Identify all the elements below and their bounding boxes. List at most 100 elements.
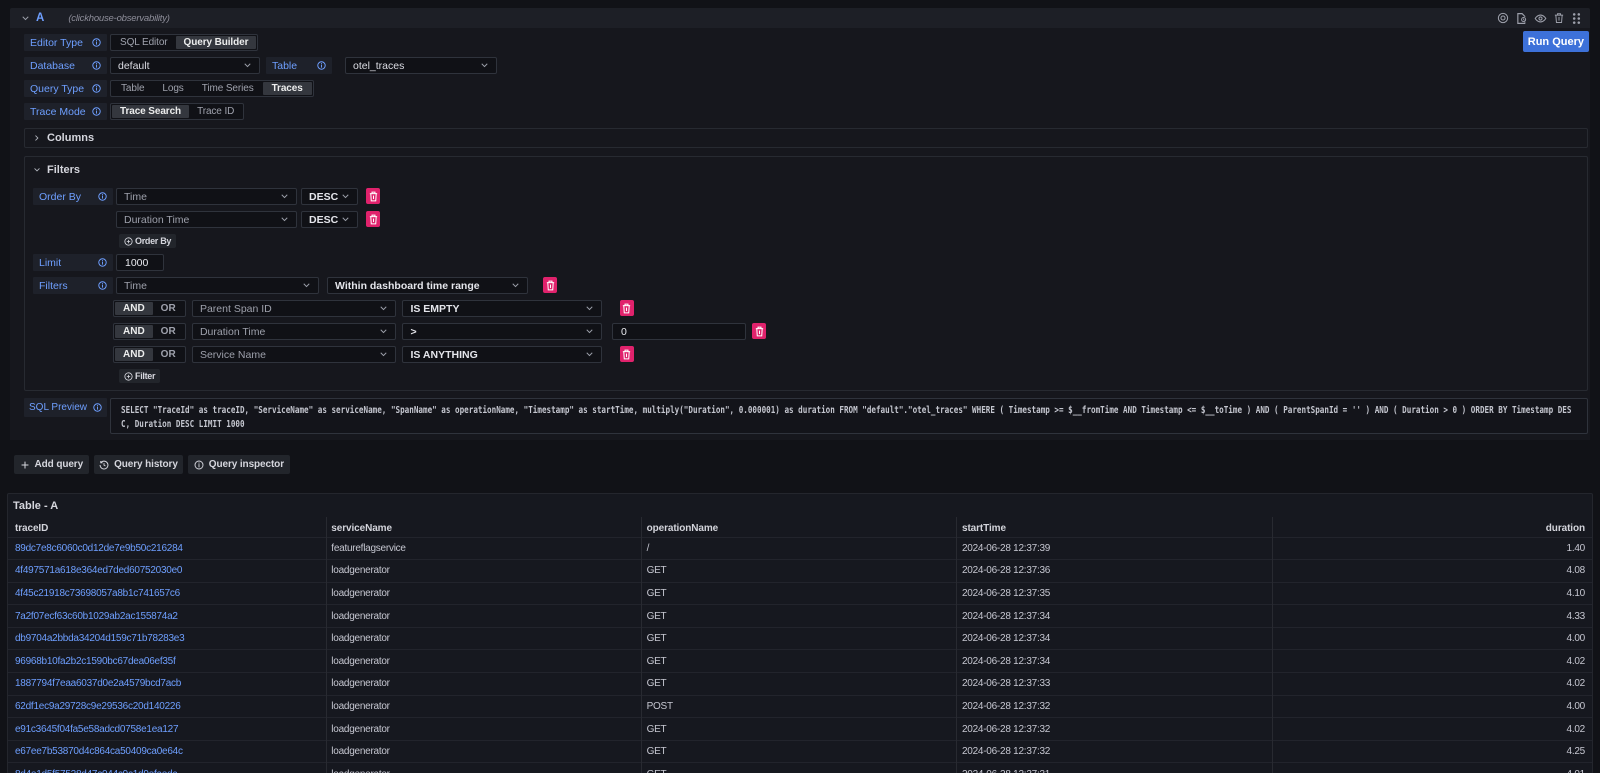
trace-mode-trace-search[interactable]: Trace Search (112, 105, 189, 118)
chevron-down-icon (379, 304, 388, 313)
filter-operator-select[interactable]: IS EMPTY (402, 300, 602, 317)
collapse-chevron-icon[interactable] (18, 14, 32, 23)
order-by-row-2: Duration Time DESC (33, 211, 1579, 228)
info-icon[interactable] (98, 258, 107, 267)
filter-operator-select[interactable]: Within dashboard time range (327, 277, 528, 294)
column-header-servicename[interactable]: serviceName (326, 517, 641, 537)
conjunction-or[interactable]: OR (153, 302, 184, 315)
trace-mode-trace-id[interactable]: Trace ID (189, 105, 242, 118)
trace-link[interactable]: e91c3645f04fa5e58adcd0758e1ea127 (8, 718, 326, 741)
column-header-traceid[interactable]: traceID (8, 517, 326, 537)
query-type-group: Table Logs Time Series Traces (110, 80, 314, 97)
editor-type-sql-editor[interactable]: SQL Editor (112, 36, 176, 49)
remove-order-by-button[interactable] (366, 211, 380, 227)
column-header-duration[interactable]: duration (1272, 517, 1592, 537)
conjunction-or[interactable]: OR (153, 348, 184, 361)
query-type-label: Query Type (24, 80, 107, 97)
filter-operator-select[interactable]: IS ANYTHING (402, 346, 602, 363)
trash-icon[interactable] (1553, 12, 1565, 24)
query-type-logs[interactable]: Logs (153, 82, 192, 95)
cell-operationname: / (642, 537, 957, 560)
info-icon[interactable] (93, 403, 102, 412)
info-icon[interactable] (98, 192, 107, 201)
trace-link[interactable]: 96968b10fa2b2c1590bc67dea06ef35f (8, 650, 326, 673)
info-icon[interactable] (98, 281, 107, 290)
filter-value-input[interactable]: 0 (612, 323, 747, 340)
query-history-button[interactable]: Query history (94, 455, 184, 474)
filters-section-header[interactable]: Filters (33, 161, 1579, 179)
order-by-dir-select[interactable]: DESC (301, 211, 358, 228)
record-icon[interactable] (1497, 12, 1509, 24)
query-type-traces[interactable]: Traces (263, 82, 312, 95)
select-value: Time (124, 280, 299, 292)
sql-preview-row: SQL Preview SELECT "TraceId" as traceID,… (24, 398, 1588, 434)
conjunction-or[interactable]: OR (153, 325, 184, 338)
query-type-table[interactable]: Table (112, 82, 153, 95)
eye-icon[interactable] (1534, 12, 1547, 25)
query-type-time-series[interactable]: Time Series (193, 82, 263, 95)
remove-filter-button[interactable] (620, 346, 634, 362)
limit-input[interactable]: 1000 (116, 254, 164, 271)
conjunction-and[interactable]: AND (115, 325, 153, 338)
trace-link[interactable]: db9704a2bbda34204d159c71b78283e3 (8, 627, 326, 650)
trace-link[interactable]: 7a2f07ecf63c60b1029ab2ac155874a2 (8, 605, 326, 628)
cell-operationname: POST (642, 695, 957, 718)
chevron-down-icon (585, 327, 594, 336)
table-select[interactable]: otel_traces (345, 57, 497, 74)
trace-link[interactable]: 62df1ec9a29728c9e29536c20d140226 (8, 695, 326, 718)
drag-handle-icon[interactable] (1571, 12, 1582, 25)
column-header-starttime[interactable]: startTime (957, 517, 1272, 537)
trace-link[interactable]: 1887794f7eaa6037d0e2a4579bcd7acb (8, 673, 326, 696)
trace-link[interactable]: 8d4e1d5f57528d47c044c9c1d9efaedc (8, 763, 326, 773)
table-row: 4f497571a618e364ed7ded60752030e0loadgene… (8, 560, 1592, 583)
info-icon[interactable] (92, 107, 101, 116)
table-panel: Table - A traceID serviceName operationN… (7, 493, 1593, 773)
file-history-icon[interactable] (1515, 12, 1528, 25)
info-icon[interactable] (92, 84, 101, 93)
order-by-field-select[interactable]: Time (116, 188, 297, 205)
trace-link[interactable]: e67ee7b53870d4c864ca50409ca0e64c (8, 740, 326, 763)
trash-icon (622, 349, 631, 360)
conjunction-group: AND OR (113, 323, 186, 340)
order-by-dir-select[interactable]: DESC (301, 188, 358, 205)
panel-title[interactable]: Table - A (8, 494, 1592, 517)
column-header-operationname[interactable]: operationName (642, 517, 957, 537)
trace-mode-group: Trace Search Trace ID (110, 103, 244, 120)
filter-field-select[interactable]: Service Name (192, 346, 396, 363)
trace-link[interactable]: 4f45c21918c73698057a8b1c741657c6 (8, 582, 326, 605)
info-icon[interactable] (317, 61, 326, 70)
add-filter-button[interactable]: Filter (119, 369, 160, 383)
database-select[interactable]: default (110, 57, 260, 74)
query-inspector-button[interactable]: Query inspector (188, 455, 289, 474)
editor-type-query-builder[interactable]: Query Builder (176, 36, 257, 49)
conjunction-and[interactable]: AND (115, 348, 153, 361)
remove-filter-button[interactable] (620, 300, 634, 316)
add-order-by-button[interactable]: Order By (119, 234, 176, 248)
cell-operationname: GET (642, 560, 957, 583)
editor-type-label: Editor Type (24, 34, 107, 51)
conjunction-group: AND OR (113, 346, 186, 363)
cell-operationname: GET (642, 718, 957, 741)
select-value: Time (124, 191, 277, 203)
cell-servicename: loadgenerator (326, 763, 641, 773)
conjunction-and[interactable]: AND (115, 302, 153, 315)
remove-order-by-button[interactable] (366, 188, 380, 204)
trace-link[interactable]: 89dc7e8c6060c0d12de7e9b50c216284 (8, 537, 326, 560)
columns-section-title: Columns (47, 132, 94, 144)
cell-servicename: loadgenerator (326, 582, 641, 605)
info-icon[interactable] (92, 61, 101, 70)
filter-operator-select[interactable]: > (402, 323, 602, 340)
filter-field-select[interactable]: Duration Time (192, 323, 396, 340)
filter-field-select[interactable]: Parent Span ID (192, 300, 396, 317)
query-row-header[interactable]: A (clickhouse-observability) (10, 8, 1590, 28)
remove-filter-button[interactable] (543, 277, 557, 293)
chevron-down-icon (379, 327, 388, 336)
filter-field-select[interactable]: Time (116, 277, 319, 294)
trace-link[interactable]: 4f497571a618e364ed7ded60752030e0 (8, 560, 326, 583)
info-icon[interactable] (92, 38, 101, 47)
remove-filter-button[interactable] (752, 323, 766, 339)
add-query-button[interactable]: Add query (14, 455, 89, 474)
run-query-button[interactable]: Run Query (1523, 31, 1589, 52)
columns-section-header[interactable]: Columns (25, 129, 1587, 147)
order-by-field-select[interactable]: Duration Time (116, 211, 297, 228)
